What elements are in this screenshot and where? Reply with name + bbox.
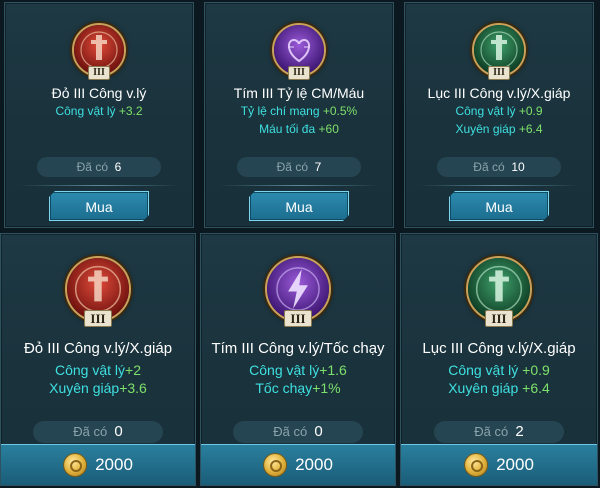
stat-value: +3.2 [115, 104, 143, 118]
level-badge: III [88, 66, 110, 80]
gem-title: Đỏ III Công v.lý/X.giáp [23, 340, 173, 357]
stat-name: Xuyên giáp [455, 122, 516, 136]
stat-value: +1.6 [319, 362, 347, 378]
stat-line: Công vật lý +3.2 [5, 104, 193, 118]
owned-count: 6 [114, 160, 122, 174]
gem-card-purple-crit-hp[interactable]: III Tím III Tỷ lệ CM/Máu Tỷ lệ chí mạng … [204, 2, 394, 228]
owned-count: 7 [314, 160, 322, 174]
stat-value: +0.9 [515, 104, 543, 118]
gem-title: Tím III Công v.lý/Tốc chạy [211, 340, 385, 357]
gold-coin-icon [263, 453, 288, 477]
level-badge: III [84, 310, 112, 327]
buy-button[interactable]: Mua [49, 191, 149, 221]
stat-name: Công vật lý [455, 104, 516, 118]
divider [419, 185, 579, 186]
level-badge: III [488, 66, 510, 80]
stat-name: Công vật lý [448, 362, 519, 378]
stat-line: Công vật lý +0.9 [401, 362, 597, 378]
owned-label: Đã có [76, 160, 108, 174]
owned-label: Đã có [276, 160, 308, 174]
stat-value: +2 [125, 362, 141, 378]
stat-line: Tỷ lệ chí mạng +0.5% [205, 104, 393, 118]
price-buy-button[interactable]: 2000 [201, 444, 395, 485]
price-buy-button[interactable]: 2000 [401, 444, 597, 485]
owned-label: Đã có [473, 160, 505, 174]
stat-name: Xuyên giáp [448, 380, 519, 396]
stat-value: +1% [312, 380, 341, 396]
owned-count-pill: Đã có 7 [237, 157, 361, 177]
price: 2000 [95, 455, 133, 474]
owned-count: 0 [314, 423, 323, 440]
gem-title: Tím III Tỷ lệ CM/Máu [233, 85, 365, 101]
buy-button[interactable]: Mua [249, 191, 349, 221]
stat-line: Tốc chạy+1% [201, 380, 395, 396]
stat-value: +0.5% [319, 104, 358, 118]
stat-value: +6.4 [518, 380, 550, 396]
stat-name: Tốc chạy [255, 380, 313, 396]
owned-count: 0 [114, 423, 123, 440]
divider [219, 185, 379, 186]
gold-coin-icon [63, 453, 88, 477]
gem-card-green-attack-pen[interactable]: III Lục III Công v.lý/X.giáp Công vật lý… [400, 233, 598, 486]
owned-count-pill: Đã có 0 [233, 421, 363, 443]
owned-count-pill: Đã có 6 [37, 157, 161, 177]
stat-line: Xuyên giáp +6.4 [401, 380, 597, 396]
owned-label: Đã có [273, 424, 308, 439]
stat-value: +60 [315, 122, 339, 136]
gem-title: Lục III Công v.lý/X.giáp [427, 85, 571, 101]
stat-line: Công vật lý+2 [1, 362, 195, 378]
stat-value: +6.4 [515, 122, 543, 136]
gem-title: Lục III Công v.lý/X.giáp [422, 340, 576, 357]
price-buy-button[interactable]: 2000 [1, 444, 195, 485]
stat-name: Công vật lý [54, 362, 126, 378]
stat-line: Xuyên giáp+3.6 [1, 380, 195, 396]
stat-name: Xuyên giáp [49, 380, 120, 396]
owned-label: Đã có [474, 424, 509, 439]
stat-name: Máu tối đa [259, 122, 316, 136]
owned-count-pill: Đã có 0 [33, 421, 163, 443]
gem-card-purple-attack-speed[interactable]: III Tím III Công v.lý/Tốc chạy Công vật … [200, 233, 396, 486]
stat-line: Công vật lý +0.9 [405, 104, 593, 118]
level-badge: III [284, 310, 312, 327]
stat-name: Công vật lý [249, 362, 320, 378]
gem-card-red-attack[interactable]: III Đỏ III Công v.lý Công vật lý +3.2 Đã… [4, 2, 194, 228]
price: 2000 [496, 455, 534, 474]
divider [19, 185, 179, 186]
owned-count: 2 [515, 423, 524, 440]
buy-button[interactable]: Mua [449, 191, 549, 221]
price: 2000 [295, 455, 333, 474]
stat-line: Công vật lý+1.6 [201, 362, 395, 378]
stat-name: Công vật lý [55, 104, 116, 118]
stat-line: Máu tối đa +60 [205, 122, 393, 136]
stat-value: +0.9 [518, 362, 550, 378]
level-badge: III [288, 66, 310, 80]
gem-title: Đỏ III Công v.lý [51, 85, 147, 101]
gem-card-green-attack-pen[interactable]: III Lục III Công v.lý/X.giáp Công vật lý… [404, 2, 594, 228]
owned-count-pill: Đã có 2 [434, 421, 564, 443]
stat-line: Xuyên giáp +6.4 [405, 122, 593, 136]
gold-coin-icon [464, 453, 489, 477]
owned-count: 10 [511, 160, 525, 174]
level-badge: III [485, 310, 513, 327]
gem-card-red-attack-pen[interactable]: III Đỏ III Công v.lý/X.giáp Công vật lý+… [0, 233, 196, 486]
stat-value: +3.6 [119, 380, 147, 396]
owned-label: Đã có [73, 424, 108, 439]
stat-name: Tỷ lệ chí mạng [240, 104, 320, 118]
owned-count-pill: Đã có 10 [437, 157, 561, 177]
